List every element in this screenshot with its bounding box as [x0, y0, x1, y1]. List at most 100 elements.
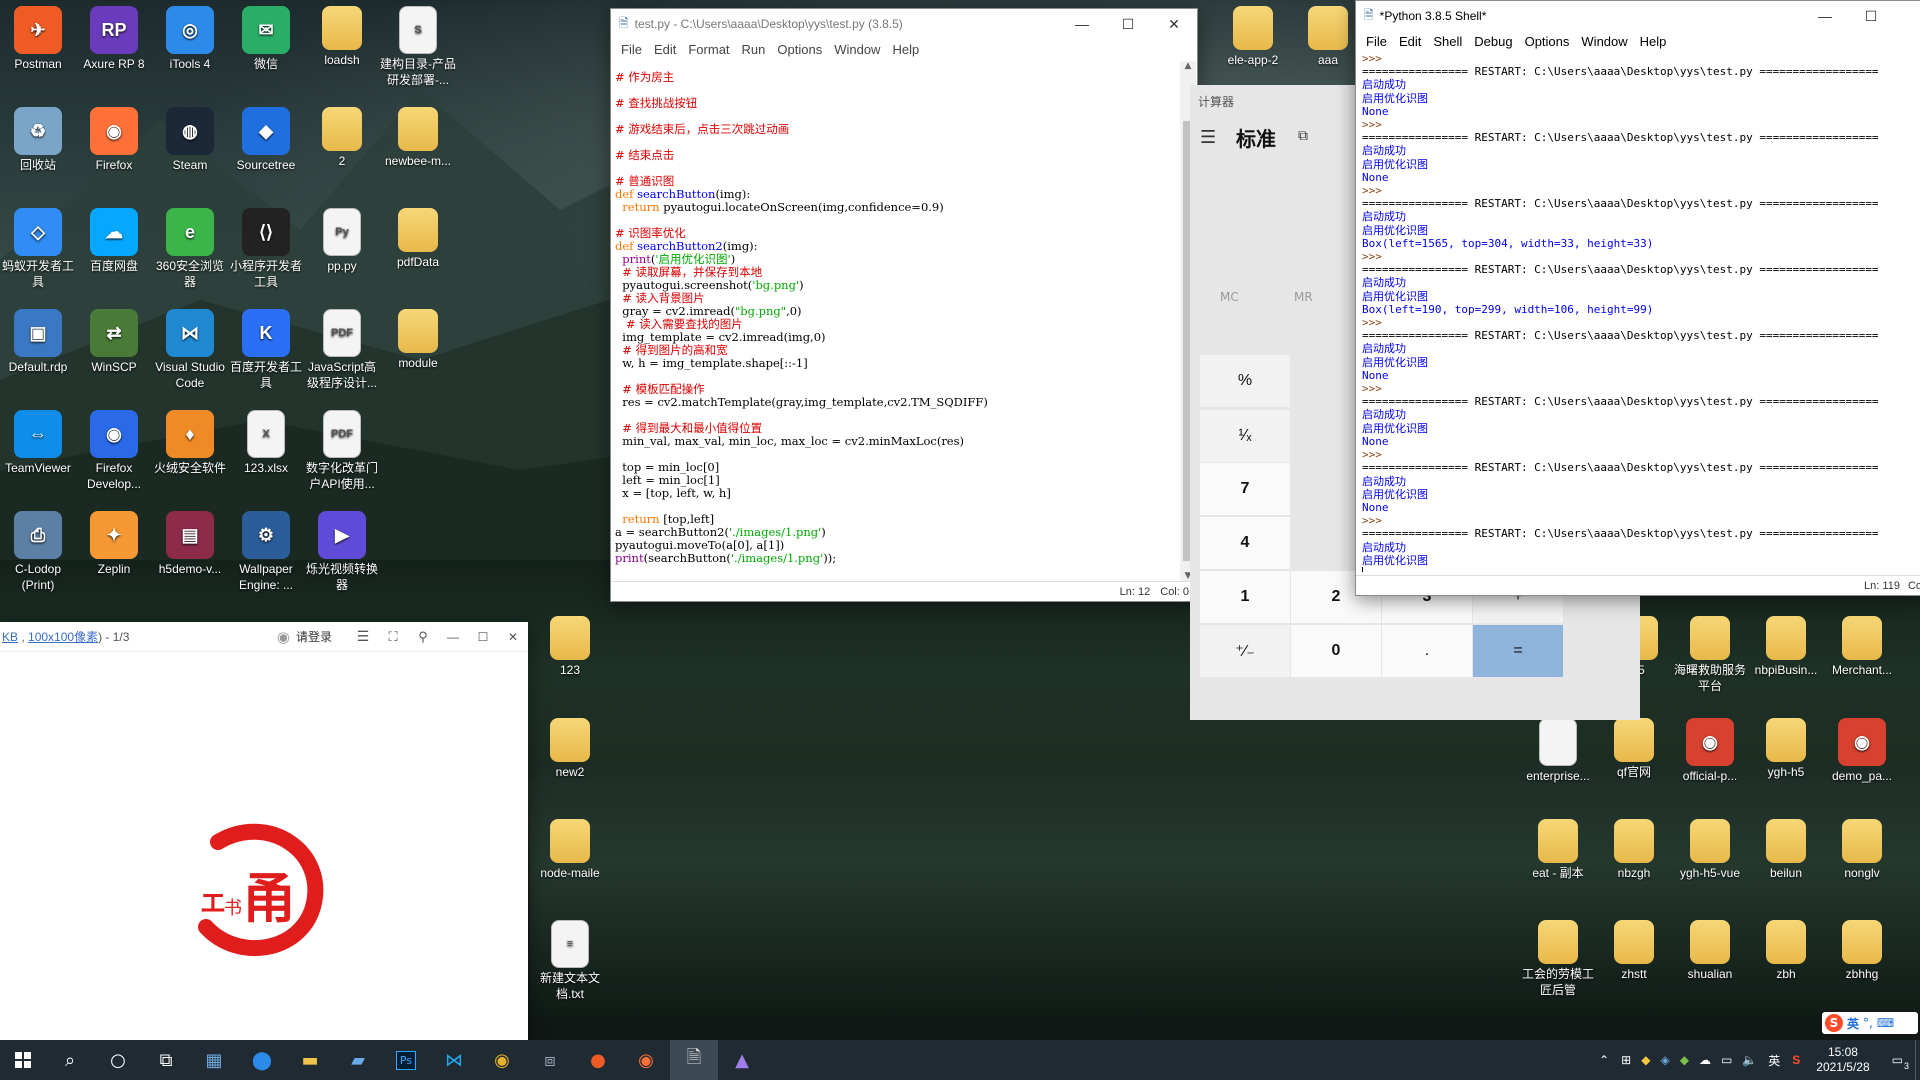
editor-titlebar[interactable]: 🗎 test.py - C:\Users\aaaa\Desktop\yys\te… [611, 9, 1197, 39]
shell-menu-window[interactable]: Window [1575, 34, 1633, 49]
desktop-icon-ele-app-2[interactable]: ele-app-2 [1215, 6, 1291, 68]
shield-icon[interactable]: ◈ [1655, 1053, 1674, 1067]
menu-icon[interactable]: ☰ [348, 628, 378, 645]
desktop-icon-demo-pa[interactable]: ◉ demo_pa... [1824, 718, 1900, 784]
desktop-icon-ygh-h5-vue[interactable]: ygh-h5-vue [1672, 819, 1748, 881]
chrome-taskbar-icon[interactable]: ◉ [478, 1040, 526, 1080]
desktop-icon-zbh[interactable]: zbh [1748, 920, 1824, 982]
desktop-icon-newbee-m[interactable]: newbee-m... [380, 107, 456, 169]
image-size-link[interactable]: 100x100像素 [28, 630, 98, 644]
desktop-icon-default-rdp[interactable]: ▣ Default.rdp [0, 309, 76, 375]
avatar-icon[interactable]: ◉ [277, 628, 290, 646]
desktop-icon-postman[interactable]: ✈ Postman [0, 6, 76, 72]
photoshop-taskbar-icon[interactable]: Ps [382, 1040, 430, 1080]
desktop-icon-123-xlsx[interactable]: X 123.xlsx [228, 410, 304, 476]
desktop-icon-nbzgh[interactable]: nbzgh [1596, 819, 1672, 881]
network-icon[interactable]: ▭ [1716, 1053, 1737, 1067]
calc-key-1[interactable]: 1 [1200, 571, 1290, 623]
shell-menu-edit[interactable]: Edit [1393, 34, 1427, 49]
desktop-icon-h5demo-v[interactable]: ▤ h5demo-v... [152, 511, 228, 577]
calc-key-item[interactable]: . [1382, 625, 1472, 677]
desktop-icon-2[interactable]: 2 [304, 107, 380, 169]
volume-icon[interactable]: 🔈 [1737, 1053, 1762, 1067]
calc-key-item[interactable]: ¹⁄ₓ [1200, 410, 1290, 462]
scroll-up-icon[interactable]: ▲ [1180, 61, 1196, 77]
calc-key-4[interactable]: 4 [1200, 517, 1290, 569]
desktop-icon-item[interactable]: ♦ 火绒安全软件 [152, 410, 228, 476]
desktop-icon-merchant[interactable]: Merchant... [1824, 616, 1900, 678]
minimize-button[interactable]: — [438, 630, 468, 644]
cortana-icon[interactable]: ○ [94, 1040, 142, 1080]
shell-menu-help[interactable]: Help [1634, 34, 1673, 49]
ime-punct-icon[interactable]: °, [1863, 1016, 1873, 1030]
editor-menu-format[interactable]: Format [682, 42, 735, 57]
desktop-icon-txt[interactable]: ≡ 新建文本文档.txt [532, 920, 608, 1002]
maximize-button[interactable]: ☐ [1848, 1, 1894, 31]
calc-key-7[interactable]: 7 [1200, 463, 1290, 515]
idle-editor-window[interactable]: 🗎 test.py - C:\Users\aaaa\Desktop\yys\te… [610, 8, 1198, 602]
security-icon[interactable]: ◆ [1675, 1053, 1694, 1067]
desktop-icon-new2[interactable]: new2 [532, 718, 608, 780]
desktop-icon-c-lodop-print[interactable]: ⎙ C-Lodop (Print) [0, 511, 76, 593]
desktop-icon-eat[interactable]: eat - 副本 [1520, 819, 1596, 881]
desktop-icon-winscp[interactable]: ⇄ WinSCP [76, 309, 152, 375]
maximize-button[interactable]: ☐ [468, 630, 498, 644]
desktop-icon-api[interactable]: PDF 数字化改革门户API使用... [304, 410, 380, 492]
desktop-icon-steam[interactable]: ◍ Steam [152, 107, 228, 173]
pin-icon[interactable]: ⚲ [408, 629, 438, 645]
desktop-icon-123[interactable]: 123 [532, 616, 608, 678]
editor-menu-help[interactable]: Help [886, 42, 925, 57]
hamburger-icon[interactable]: ☰ [1200, 127, 1216, 148]
notification-icon[interactable]: ▭ 3 [1880, 1053, 1915, 1071]
maximize-button[interactable]: ☐ [1105, 9, 1151, 39]
desktop-icon-360[interactable]: e 360安全浏览器 [152, 208, 228, 290]
keyboard-icon[interactable]: ⌨ [1877, 1016, 1894, 1030]
desktop-icon-item[interactable]: K 百度开发者工具 [228, 309, 304, 391]
desktop-icon-item[interactable]: 工会的劳模工匠后管 [1520, 920, 1596, 998]
fullscreen-icon[interactable]: ⛶ [378, 629, 408, 645]
desktop-icon-nbpibusin[interactable]: nbpiBusin... [1748, 616, 1824, 678]
editor-menu-run[interactable]: Run [736, 42, 772, 57]
python-idle-taskbar-icon[interactable]: 🗎 [670, 1040, 718, 1080]
desktop-icon-qf[interactable]: qf官网 [1596, 718, 1672, 780]
shell-menu-file[interactable]: File [1360, 34, 1393, 49]
keep-on-top-icon[interactable]: ⧉ [1298, 128, 1308, 144]
calc-key-0[interactable]: 0 [1291, 625, 1381, 677]
desktop-icon-pp-py[interactable]: Py pp.py [304, 208, 380, 274]
desktop-icon-item[interactable]: ◇ 蚂蚁开发者工具 [0, 208, 76, 290]
editor-menu-edit[interactable]: Edit [648, 42, 682, 57]
start-button[interactable] [0, 1040, 46, 1080]
desktop-icon-pdfdata[interactable]: pdfData [380, 208, 456, 270]
desktop-icon-firefox-develop[interactable]: ◉ Firefox Develop... [76, 410, 152, 492]
input-method-icon[interactable]: ⊞ [1616, 1053, 1636, 1067]
memory-clear-button[interactable]: MC [1220, 290, 1239, 304]
desktop-icon-node-maile[interactable]: node-maile [532, 819, 608, 881]
desktop-icon-wallpaper-engine[interactable]: ⚙ Wallpaper Engine: ... [228, 511, 304, 593]
calc-key-item[interactable]: ⁺⁄₋ [1200, 625, 1290, 677]
desktop-icon-firefox[interactable]: ◉ Firefox [76, 107, 152, 173]
desktop-icon-nonglv[interactable]: nonglv [1824, 819, 1900, 881]
desktop-icon-item[interactable]: S 建构目录-产品研发部署-... [380, 6, 456, 88]
desktop-icon-itools-4[interactable]: ◎ iTools 4 [152, 6, 228, 72]
editor-menu-file[interactable]: File [615, 42, 648, 57]
shell-output[interactable]: >>> ================ RESTART: C:\Users\a… [1362, 52, 1920, 572]
desktop-icon-beilun[interactable]: beilun [1748, 819, 1824, 881]
clock[interactable]: 15:08 2021/5/28 [1806, 1045, 1879, 1075]
minimize-button[interactable]: — [1059, 9, 1105, 39]
shell-titlebar[interactable]: 🗎 *Python 3.8.5 Shell* — ☐ [1356, 1, 1920, 31]
shell-menu-debug[interactable]: Debug [1468, 34, 1518, 49]
postman-taskbar-icon[interactable]: ● [574, 1040, 622, 1080]
desktop-icon-axure-rp-8[interactable]: RP Axure RP 8 [76, 6, 152, 72]
desktop-icon-module[interactable]: module [380, 309, 456, 371]
desktop-icon-item[interactable]: 海曙救助服务平台 [1672, 616, 1748, 694]
desktop-icon-item[interactable]: ☁ 百度网盘 [76, 208, 152, 274]
desktop-icon-enterprise[interactable]: enterprise... [1520, 718, 1596, 784]
language-indicator[interactable]: 英 [1762, 1052, 1786, 1069]
remote-desktop-taskbar-icon[interactable]: ▰ [334, 1040, 382, 1080]
desktop-icon-loadsh[interactable]: loadsh [304, 6, 380, 68]
desktop-icon-zeplin[interactable]: ✦ Zeplin [76, 511, 152, 577]
calc-key-item[interactable]: % [1200, 355, 1290, 407]
cloud-icon[interactable]: ☁ [1694, 1053, 1716, 1067]
desktop-icon-ygh-h5[interactable]: ygh-h5 [1748, 718, 1824, 780]
ime-floating-bar[interactable]: S 英 °, ⌨ [1822, 1012, 1918, 1034]
